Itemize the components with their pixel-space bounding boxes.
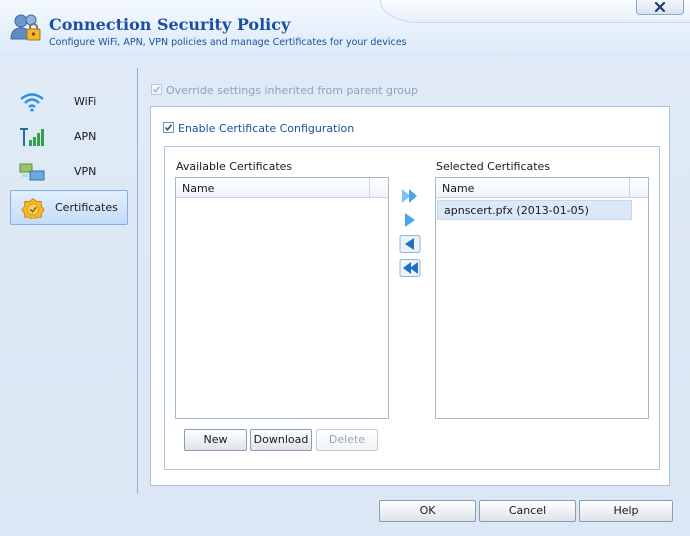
override-checkbox[interactable]: Override settings inherited from parent … [151,84,418,97]
selected-certificates-label: Selected Certificates [436,160,551,173]
sidebar-divider [137,68,138,494]
move-right-icon [405,213,415,227]
move-left-icon [399,235,421,253]
delete-button[interactable]: Delete [316,429,378,451]
column-separator [629,178,630,197]
move-all-left-button[interactable] [399,259,421,277]
cancel-button[interactable]: Cancel [479,500,576,522]
close-icon [654,1,666,13]
checkbox-box [163,122,174,133]
header: Connection Security Policy Configure WiF… [0,0,690,58]
move-left-button[interactable] [399,235,421,253]
dialog-title: Connection Security Policy [49,15,291,34]
sidebar-item-wifi[interactable]: WiFi [10,85,126,118]
move-all-right-button[interactable] [399,187,421,205]
sidebar-item-certificates[interactable]: Certificates [10,190,128,225]
column-header-name[interactable]: Name [182,182,214,195]
list-item[interactable]: apnscert.pfx (2013-01-05) [437,200,632,220]
override-label: Override settings inherited from parent … [166,84,418,97]
checkbox-box [151,84,162,95]
enable-certificate-checkbox[interactable]: Enable Certificate Configuration [163,122,354,135]
checkmark-icon [152,86,161,93]
available-certificates-list[interactable]: Name [175,177,389,419]
new-button[interactable]: New [184,429,247,451]
sidebar-item-vpn[interactable]: VPN [10,155,126,188]
sidebar-item-label: APN [74,130,97,143]
move-right-button[interactable] [399,211,421,229]
security-users-icon [10,14,41,41]
move-all-right-icon [402,189,417,203]
selected-certificates-list[interactable]: Name apnscert.pfx (2013-01-05) [435,177,649,419]
wifi-icon [20,93,44,112]
available-certificates-label: Available Certificates [176,160,293,173]
sidebar-item-apn[interactable]: APN [10,120,126,153]
close-button[interactable] [636,0,684,15]
column-separator [369,178,370,197]
dialog-subtitle: Configure WiFi, APN, VPN policies and ma… [49,37,407,48]
download-button[interactable]: Download [250,429,312,451]
checkmark-icon [164,124,173,132]
certificate-icon [21,198,45,219]
dialog-window: Connection Security Policy Configure WiF… [0,0,690,536]
sidebar-item-label: VPN [74,165,97,178]
list-header: Name [176,178,388,198]
sidebar-item-label: WiFi [74,95,97,108]
ok-button[interactable]: OK [379,500,476,522]
help-button[interactable]: Help [579,500,673,522]
move-all-left-icon [399,259,421,277]
column-header-name[interactable]: Name [442,182,474,195]
vpn-icon [19,163,45,181]
certificate-name: apnscert.pfx (2013-01-05) [444,204,589,217]
sidebar-item-label: Certificates [55,201,118,214]
list-header: Name [436,178,648,198]
signal-bars-icon [20,128,44,146]
enable-certificate-label: Enable Certificate Configuration [178,122,355,135]
